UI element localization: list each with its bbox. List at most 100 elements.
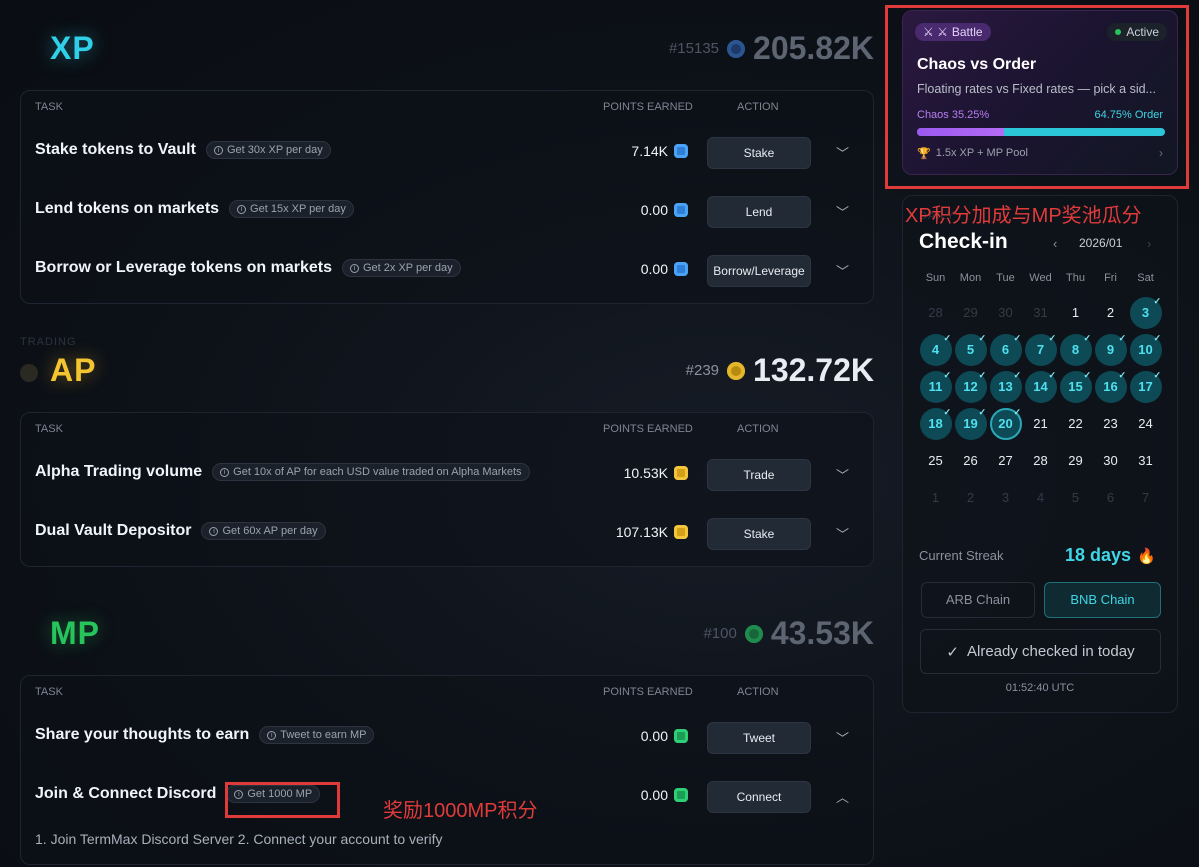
calendar-day-checked: 12 <box>953 368 988 405</box>
arb-chain-button[interactable]: ARB Chain <box>921 582 1035 618</box>
calendar-day: 31 <box>1138 453 1153 468</box>
lend-button[interactable]: Lend <box>707 196 811 228</box>
prev-month-icon[interactable]: ‹ <box>1053 236 1057 251</box>
borrow-leverage-button[interactable]: Borrow/Leverage <box>707 255 811 287</box>
stake-button[interactable]: Stake <box>707 518 811 550</box>
ap-coin-icon <box>674 466 688 480</box>
mp-rank: #100 <box>703 625 737 642</box>
xp-score: 205.82K <box>753 30 874 66</box>
calendar-day-checked: 17 <box>1128 368 1163 405</box>
calendar-day: 21 <box>1033 416 1048 431</box>
checked-in-status: ✓ Already checked in today <box>920 629 1161 674</box>
chevron-up-icon[interactable]: ︿ <box>836 787 849 806</box>
calendar-day-checked: 15 <box>1058 368 1093 405</box>
ap-score: 132.72K <box>753 352 874 388</box>
ap-rank: #239 <box>685 362 720 379</box>
mp-score-wrap: #100 43.53K <box>703 615 874 652</box>
ap-title: AP <box>50 352 97 388</box>
calendar-day: 22 <box>1068 416 1083 431</box>
task-hint: i Get 30x XP per day <box>205 141 331 159</box>
chevron-down-icon[interactable]: ﹀ <box>836 143 849 162</box>
task-title: Borrow or Leverage tokens on markets <box>35 259 332 276</box>
table-header: TASK POINTS EARNED ACTION <box>21 413 873 445</box>
points-value: 0.00 <box>640 261 668 277</box>
calendar-day-checked: 14 <box>1023 368 1058 405</box>
task-hint: i Get 2x XP per day <box>341 259 461 277</box>
ap-task-card: TASK POINTS EARNED ACTION Alpha Trading … <box>20 412 874 567</box>
info-icon: i <box>213 145 223 155</box>
mp-coin-icon <box>674 788 688 802</box>
calendar-day: 7 <box>1141 490 1150 505</box>
calendar-day-checked: 3 <box>1128 294 1163 331</box>
calendar-day: 3 <box>1001 490 1010 505</box>
utc-time: 01:52:40 UTC <box>1005 682 1075 694</box>
calendar-day-checked: 11 <box>918 368 953 405</box>
mp-coin-icon <box>744 624 763 643</box>
weekday-label: Mon <box>959 272 982 284</box>
calendar-day: 26 <box>963 453 978 468</box>
chevron-down-icon[interactable]: ﹀ <box>836 728 849 747</box>
table-row: Share your thoughts to earn i Tweet to ear… <box>21 708 873 767</box>
calendar-day-checked: 8 <box>1058 331 1093 368</box>
task-hint: i Tweet to earn MP <box>259 726 375 744</box>
calendar-day-checked: 13 <box>988 368 1023 405</box>
xp-score-wrap: #15135 205.82K <box>669 30 874 67</box>
header-action: ACTION <box>737 101 779 113</box>
task-hint: i Get 15x XP per day <box>229 200 354 218</box>
ap-coin-icon <box>727 361 746 380</box>
chevron-down-icon[interactable]: ﹀ <box>836 465 849 484</box>
xp-section-header: XP #15135 205.82K <box>20 30 874 90</box>
calendar-day: 29 <box>1068 453 1083 468</box>
next-month-icon[interactable]: › <box>1147 236 1151 251</box>
calendar-day: 29 <box>963 305 978 320</box>
info-icon: i <box>209 526 219 536</box>
calendar-day: 31 <box>1033 305 1048 320</box>
calendar-day: 28 <box>928 305 943 320</box>
header-points: POINTS EARNED <box>603 686 693 698</box>
calendar-grid: Sun Mon Tue Wed Thu Fri Sat 28 29 30 31 … <box>918 272 1166 516</box>
calendar-day: 2 <box>1106 305 1115 320</box>
calendar-day: 1 <box>1071 305 1080 320</box>
streak-value: 18 days <box>1065 545 1132 565</box>
chevron-down-icon[interactable]: ﹀ <box>836 261 849 280</box>
calendar-day: 4 <box>1036 490 1045 505</box>
calendar-day-today: 20 <box>988 405 1023 442</box>
calendar-day-checked: 18 <box>918 405 953 442</box>
fire-icon: 🔥 <box>1137 547 1156 565</box>
points-value: 107.13K <box>615 524 668 540</box>
week-row: 1 2 3 4 5 6 7 <box>918 479 1166 516</box>
calendar-day: 27 <box>998 453 1013 468</box>
info-icon: i <box>349 263 359 273</box>
task-title: Alpha Trading volume <box>35 463 203 480</box>
chevron-down-icon[interactable]: ﹀ <box>836 524 849 543</box>
task-title: Dual Vault Depositor <box>35 522 192 539</box>
task-hint: i Get 60x AP per day <box>201 522 326 540</box>
task-title: Share your thoughts to earn <box>35 726 250 743</box>
week-row: 28 29 30 31 1 2 3 <box>918 294 1166 331</box>
weekday-label: Thu <box>1066 272 1085 284</box>
weekday-label: Sat <box>1137 272 1154 284</box>
chevron-down-icon[interactable]: ﹀ <box>836 202 849 221</box>
ap-score-wrap: #239 132.72K <box>686 352 874 389</box>
points-value: 10.53K <box>623 465 668 481</box>
calendar-day: 1 <box>931 490 940 505</box>
week-row: 18 19 20 21 22 23 24 <box>918 405 1166 442</box>
calendar-day: 28 <box>1033 453 1048 468</box>
stake-button[interactable]: Stake <box>707 137 811 169</box>
trade-button[interactable]: Trade <box>707 459 811 491</box>
info-icon: i <box>237 204 247 214</box>
header-action: ACTION <box>737 686 779 698</box>
task-title: Join & Connect Discord <box>35 785 217 802</box>
streak-value-wrap: 18 days 🔥 <box>1065 545 1156 566</box>
xp-rank: #15135 <box>668 40 720 57</box>
table-header: TASK POINTS EARNED ACTION <box>21 676 873 708</box>
info-icon: i <box>267 730 277 740</box>
mp-coin-icon <box>674 729 688 743</box>
tweet-button[interactable]: Tweet <box>707 722 811 754</box>
bnb-chain-button[interactable]: BNB Chain <box>1044 582 1161 618</box>
connect-button[interactable]: Connect <box>707 781 811 813</box>
calendar-day-checked: 6 <box>988 331 1023 368</box>
header-action: ACTION <box>737 423 779 435</box>
calendar-day: 6 <box>1106 490 1115 505</box>
mp-score: 43.53K <box>770 615 874 651</box>
